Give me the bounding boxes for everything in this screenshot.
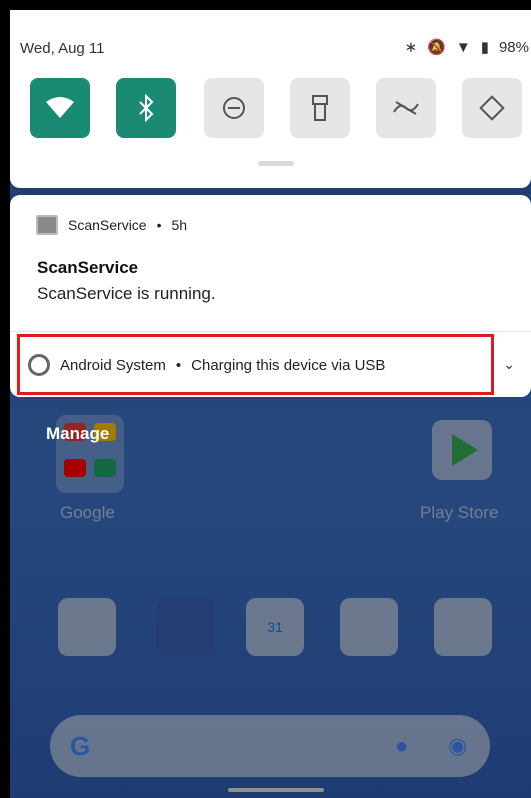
dnd-tile[interactable] xyxy=(204,78,264,138)
bullet: • xyxy=(175,356,182,374)
flashlight-tile[interactable] xyxy=(290,78,350,138)
android-system-icon xyxy=(28,354,50,376)
hotspot-icon xyxy=(393,101,419,115)
battery-percent: 98% xyxy=(498,38,529,56)
chevron-down-icon[interactable]: ⌄ xyxy=(503,356,515,373)
notification-title: ScanService xyxy=(37,258,139,277)
notification-text: ScanService is running. xyxy=(37,284,216,303)
wifi-tile[interactable] xyxy=(30,78,90,138)
battery-status-icon: ▮ xyxy=(480,39,489,56)
silent-status-icon: 🔕 xyxy=(427,39,446,56)
usb-charging-notification[interactable]: Android System • Charging this device vi… xyxy=(10,331,531,397)
status-icons: ∗ 🔕 ▼ ▮ 98% xyxy=(404,38,529,57)
bluetooth-status-icon: ∗ xyxy=(404,39,418,56)
quick-settings-panel: Wed, Aug 11 ∗ 🔕 ▼ ▮ 98% xyxy=(10,10,531,188)
date-label: Wed, Aug 11 xyxy=(20,40,105,57)
notification-time: 5h xyxy=(171,217,188,233)
notification-app-name: ScanService xyxy=(68,217,147,233)
notification-app-name: Android System xyxy=(60,356,166,374)
rotate-icon xyxy=(479,95,505,121)
qs-expand-handle[interactable] xyxy=(258,161,294,166)
notification-summary: Charging this device via USB xyxy=(191,356,386,374)
bluetooth-icon xyxy=(139,94,154,122)
bullet: • xyxy=(156,217,162,233)
scanservice-notification[interactable]: ScanService • 5h ScanService ScanService… xyxy=(10,195,531,331)
manage-button[interactable]: Manage xyxy=(46,424,109,444)
wifi-status-icon: ▼ xyxy=(455,38,471,56)
flashlight-icon xyxy=(312,95,328,121)
bluetooth-tile[interactable] xyxy=(116,78,176,138)
wifi-icon xyxy=(46,97,74,118)
auto-rotate-tile[interactable] xyxy=(462,78,522,138)
dnd-icon xyxy=(223,97,245,119)
barcode-icon xyxy=(36,215,58,235)
hotspot-tile[interactable] xyxy=(376,78,436,138)
